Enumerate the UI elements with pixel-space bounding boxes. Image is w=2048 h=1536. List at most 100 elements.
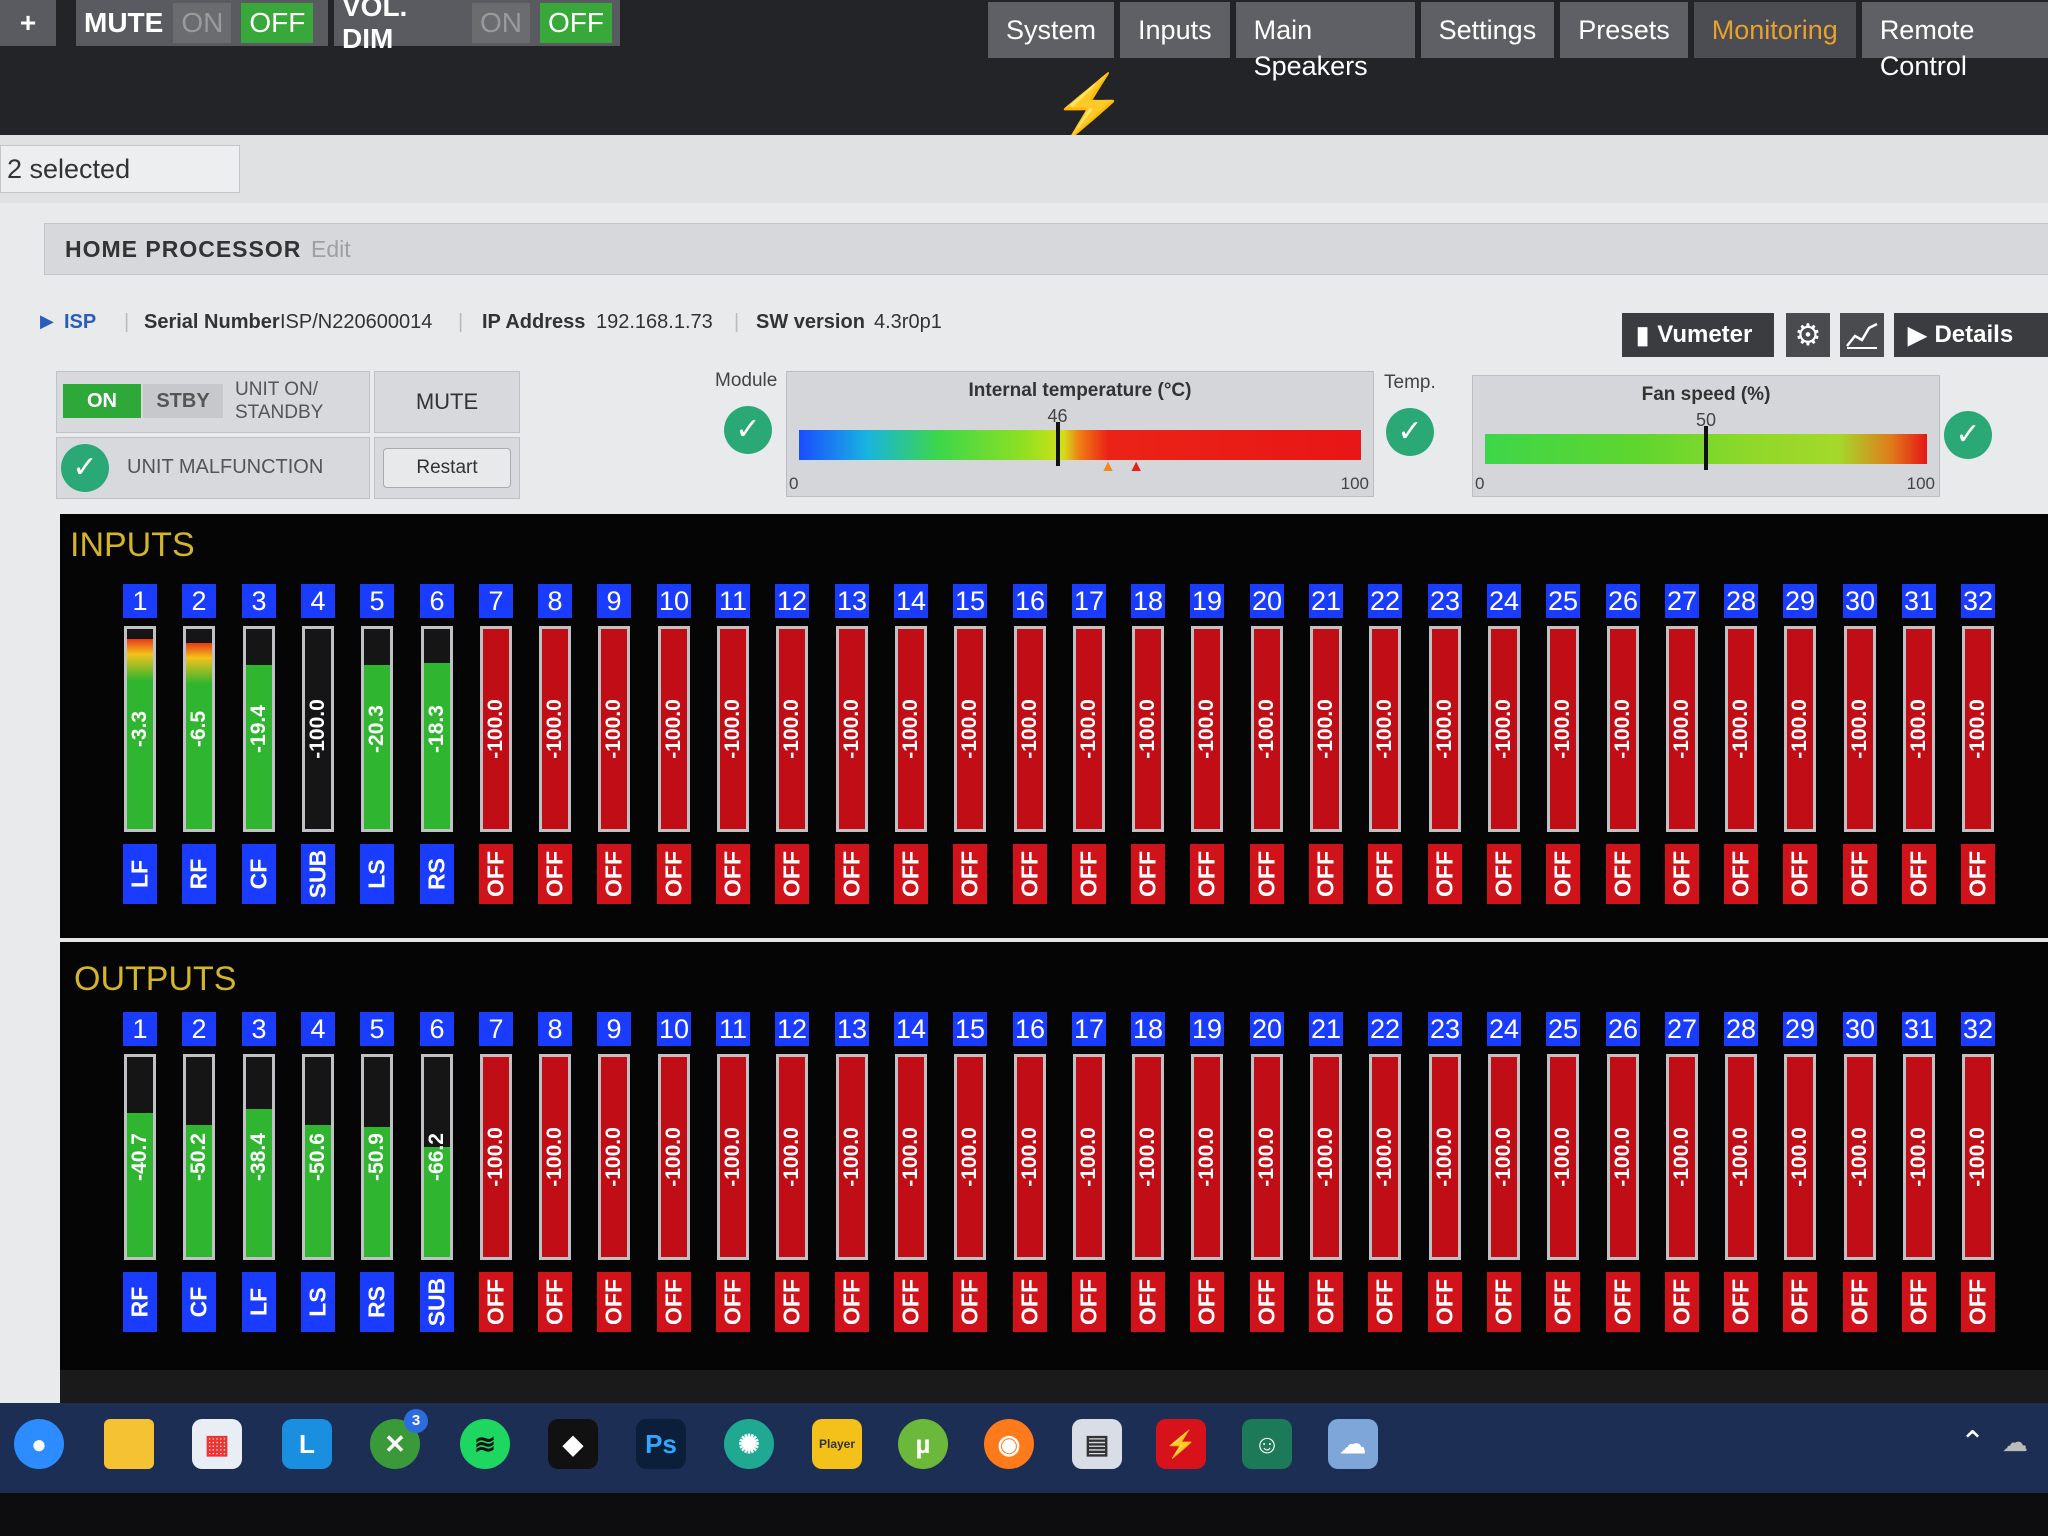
outputs-channel-assignment[interactable]: LS — [301, 1272, 335, 1332]
outputs-channel-assignment[interactable]: OFF — [1843, 1272, 1877, 1332]
inputs-channel-assignment[interactable]: OFF — [1961, 844, 1995, 904]
restart-button[interactable]: Restart — [383, 448, 511, 488]
inputs-channel-assignment[interactable]: OFF — [1190, 844, 1224, 904]
inputs-channel-assignment[interactable]: OFF — [835, 844, 869, 904]
spotify-icon[interactable]: ≋ — [460, 1419, 510, 1469]
mute-button[interactable]: MUTE — [375, 372, 519, 432]
cloud-app-icon[interactable]: ☁ — [1328, 1419, 1378, 1469]
inputs-channel-assignment[interactable]: OFF — [538, 844, 572, 904]
inputs-channel-assignment[interactable]: LS — [360, 844, 394, 904]
outputs-channel-assignment[interactable]: OFF — [894, 1272, 928, 1332]
inputs-channel-assignment[interactable]: OFF — [1250, 844, 1284, 904]
outputs-channel-assignment[interactable]: OFF — [1487, 1272, 1521, 1332]
bolt-app-icon[interactable]: ⚡ — [1156, 1419, 1206, 1469]
store-icon[interactable]: ▦ — [192, 1419, 242, 1469]
tidal-icon[interactable]: ◆ — [548, 1419, 598, 1469]
outputs-channel-assignment[interactable]: OFF — [1783, 1272, 1817, 1332]
inputs-channel-assignment[interactable]: OFF — [1013, 844, 1047, 904]
outputs-channel-assignment[interactable]: OFF — [1724, 1272, 1758, 1332]
outputs-channel-assignment[interactable]: OFF — [1309, 1272, 1343, 1332]
outputs-channel-assignment[interactable]: OFF — [1368, 1272, 1402, 1332]
inputs-channel-assignment[interactable]: OFF — [775, 844, 809, 904]
brain-app-icon[interactable]: ✺ — [724, 1419, 774, 1469]
vumeter-button[interactable]: ▮ Vumeter — [1622, 313, 1774, 357]
inputs-channel-assignment[interactable]: OFF — [1606, 844, 1640, 904]
xbox-icon[interactable]: ✕ 3 — [370, 1409, 428, 1469]
add-button[interactable]: + — [0, 0, 56, 46]
outputs-channel-assignment[interactable]: OFF — [1131, 1272, 1165, 1332]
outputs-channel-assignment[interactable]: OFF — [1665, 1272, 1699, 1332]
tab-monitoring[interactable]: Monitoring — [1693, 2, 1856, 58]
inputs-channel-assignment[interactable]: OFF — [1428, 844, 1462, 904]
file-explorer-icon[interactable] — [104, 1419, 154, 1469]
voldim-on-option[interactable]: ON — [472, 3, 530, 43]
robot-app-icon[interactable]: ☺ — [1242, 1419, 1292, 1469]
gear-icon[interactable]: ⚙ — [1786, 313, 1830, 357]
inputs-channel-assignment[interactable]: LF — [123, 844, 157, 904]
inputs-channel-assignment[interactable]: OFF — [1309, 844, 1343, 904]
expand-arrow-icon[interactable]: ▶ — [40, 311, 54, 332]
inputs-channel-assignment[interactable]: OFF — [1902, 844, 1936, 904]
calculator-icon[interactable]: ▤ — [1072, 1419, 1122, 1469]
tab-main-speakers[interactable]: Main Speakers — [1235, 2, 1415, 81]
outputs-channel-assignment[interactable]: OFF — [1428, 1272, 1462, 1332]
outputs-channel-assignment[interactable]: OFF — [1250, 1272, 1284, 1332]
outputs-channel-assignment[interactable]: OFF — [538, 1272, 572, 1332]
inputs-channel-assignment[interactable]: OFF — [716, 844, 750, 904]
inputs-channel-assignment[interactable]: OFF — [1783, 844, 1817, 904]
outputs-channel-assignment[interactable]: OFF — [1013, 1272, 1047, 1332]
outputs-channel-assignment[interactable]: OFF — [479, 1272, 513, 1332]
mute-on-option[interactable]: ON — [173, 3, 232, 43]
inputs-channel-assignment[interactable]: OFF — [597, 844, 631, 904]
inputs-channel-assignment[interactable]: RF — [182, 844, 216, 904]
on-button[interactable]: ON — [63, 384, 141, 418]
zoom-icon[interactable]: ● — [14, 1419, 64, 1469]
tab-remote-control[interactable]: Remote Control — [1861, 2, 2048, 81]
outputs-channel-assignment[interactable]: OFF — [1190, 1272, 1224, 1332]
outputs-channel-assignment[interactable]: OFF — [835, 1272, 869, 1332]
inputs-channel-assignment[interactable]: OFF — [1843, 844, 1877, 904]
outputs-channel-assignment[interactable]: OFF — [775, 1272, 809, 1332]
outputs-channel-assignment[interactable]: OFF — [1606, 1272, 1640, 1332]
inputs-channel-assignment[interactable]: OFF — [479, 844, 513, 904]
outputs-channel-assignment[interactable]: OFF — [657, 1272, 691, 1332]
photoshop-icon[interactable]: Ps — [636, 1419, 686, 1469]
network-icon[interactable]: ☁ — [2002, 1427, 2028, 1458]
inputs-channel-assignment[interactable]: OFF — [894, 844, 928, 904]
l-app-icon[interactable]: L — [282, 1419, 332, 1469]
inputs-channel-assignment[interactable]: SUB — [301, 844, 335, 904]
inputs-channel-assignment[interactable]: OFF — [1665, 844, 1699, 904]
inputs-channel-assignment[interactable]: OFF — [1546, 844, 1580, 904]
standby-button[interactable]: STBY — [143, 384, 223, 418]
tab-presets[interactable]: Presets — [1560, 2, 1688, 58]
player-app-icon[interactable]: Player — [812, 1419, 862, 1469]
edit-link[interactable]: Edit — [311, 236, 351, 263]
outputs-channel-assignment[interactable]: OFF — [716, 1272, 750, 1332]
inputs-channel-assignment[interactable]: OFF — [1487, 844, 1521, 904]
inputs-channel-assignment[interactable]: OFF — [1131, 844, 1165, 904]
tab-inputs[interactable]: Inputs — [1120, 2, 1230, 58]
inputs-channel-assignment[interactable]: OFF — [1368, 844, 1402, 904]
chevron-up-icon[interactable]: ⌃ — [1960, 1425, 1985, 1460]
outputs-channel-assignment[interactable]: OFF — [1072, 1272, 1106, 1332]
outputs-channel-assignment[interactable]: OFF — [597, 1272, 631, 1332]
outputs-channel-assignment[interactable]: OFF — [1902, 1272, 1936, 1332]
voldim-off-option[interactable]: OFF — [540, 3, 612, 43]
tab-settings[interactable]: Settings — [1420, 2, 1555, 58]
outputs-channel-assignment[interactable]: OFF — [953, 1272, 987, 1332]
inputs-channel-assignment[interactable]: OFF — [1724, 844, 1758, 904]
outputs-channel-assignment[interactable]: LF — [242, 1272, 276, 1332]
tab-system[interactable]: System — [988, 2, 1115, 58]
inputs-channel-assignment[interactable]: CF — [242, 844, 276, 904]
inputs-channel-assignment[interactable]: OFF — [1072, 844, 1106, 904]
selected-count-box[interactable]: 2 selected — [0, 145, 240, 193]
outputs-channel-assignment[interactable]: OFF — [1961, 1272, 1995, 1332]
details-button[interactable]: ▶ Details — [1894, 313, 2048, 357]
chart-icon[interactable] — [1840, 313, 1884, 357]
outputs-channel-assignment[interactable]: RF — [123, 1272, 157, 1332]
outputs-channel-assignment[interactable]: RS — [360, 1272, 394, 1332]
outputs-channel-assignment[interactable]: SUB — [420, 1272, 454, 1332]
outputs-channel-assignment[interactable]: OFF — [1546, 1272, 1580, 1332]
outputs-channel-assignment[interactable]: CF — [182, 1272, 216, 1332]
utorrent-icon[interactable]: µ — [898, 1419, 948, 1469]
